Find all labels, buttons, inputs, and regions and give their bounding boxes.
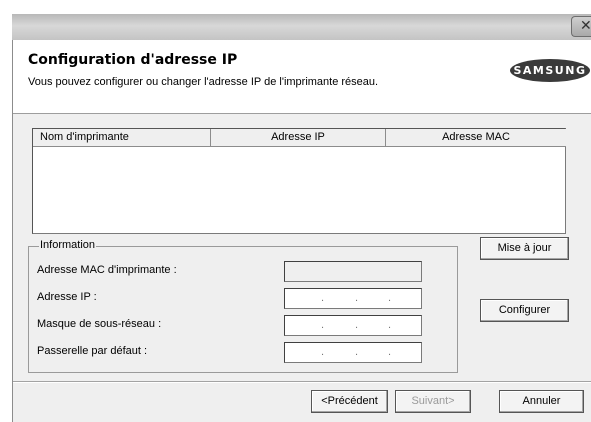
cancel-button[interactable]: Annuler [499, 390, 584, 413]
ip-dot: . [388, 292, 392, 304]
column-header-printer-name[interactable]: Nom d'imprimante [33, 129, 211, 147]
mac-address-label: Adresse MAC d'imprimante : [37, 264, 177, 276]
ip-address-field[interactable]: . . . [284, 288, 422, 309]
samsung-logo: SAMSUNG [510, 59, 590, 82]
configure-button[interactable]: Configurer [480, 299, 569, 322]
title-bar: ✕ [12, 14, 591, 41]
subnet-mask-field[interactable]: . . . [284, 315, 422, 336]
ip-address-label: Adresse IP : [37, 291, 97, 303]
mac-address-field [284, 261, 422, 282]
subnet-mask-label: Masque de sous-réseau : [37, 318, 162, 330]
close-icon: ✕ [580, 18, 591, 34]
mask-dot: . [321, 319, 325, 331]
ip-dot: . [355, 292, 359, 304]
previous-button[interactable]: <Précédent [311, 390, 388, 413]
gateway-field[interactable]: . . . [284, 342, 422, 363]
printer-list[interactable]: Nom d'imprimante Adresse IP Adresse MAC [32, 128, 566, 234]
wizard-header: Configuration d'adresse IP Vous pouvez c… [13, 40, 591, 114]
gateway-dot: . [355, 346, 359, 358]
next-button: Suivant> [395, 390, 471, 413]
gateway-dot: . [321, 346, 325, 358]
ip-dot: . [321, 292, 325, 304]
column-header-ip-address[interactable]: Adresse IP [211, 129, 386, 147]
mask-dot: . [355, 319, 359, 331]
gateway-label: Passerelle par défaut : [37, 345, 148, 357]
footer-separator [13, 381, 591, 383]
refresh-button[interactable]: Mise à jour [480, 237, 569, 260]
column-header-mac-address[interactable]: Adresse MAC [386, 129, 566, 147]
close-button[interactable]: ✕ [571, 16, 591, 37]
information-legend: Information [39, 239, 97, 251]
mask-dot: . [388, 319, 392, 331]
page-subtitle: Vous pouvez configurer ou changer l'adre… [28, 76, 379, 88]
gateway-dot: . [388, 346, 392, 358]
page-title: Configuration d'adresse IP [28, 52, 238, 68]
